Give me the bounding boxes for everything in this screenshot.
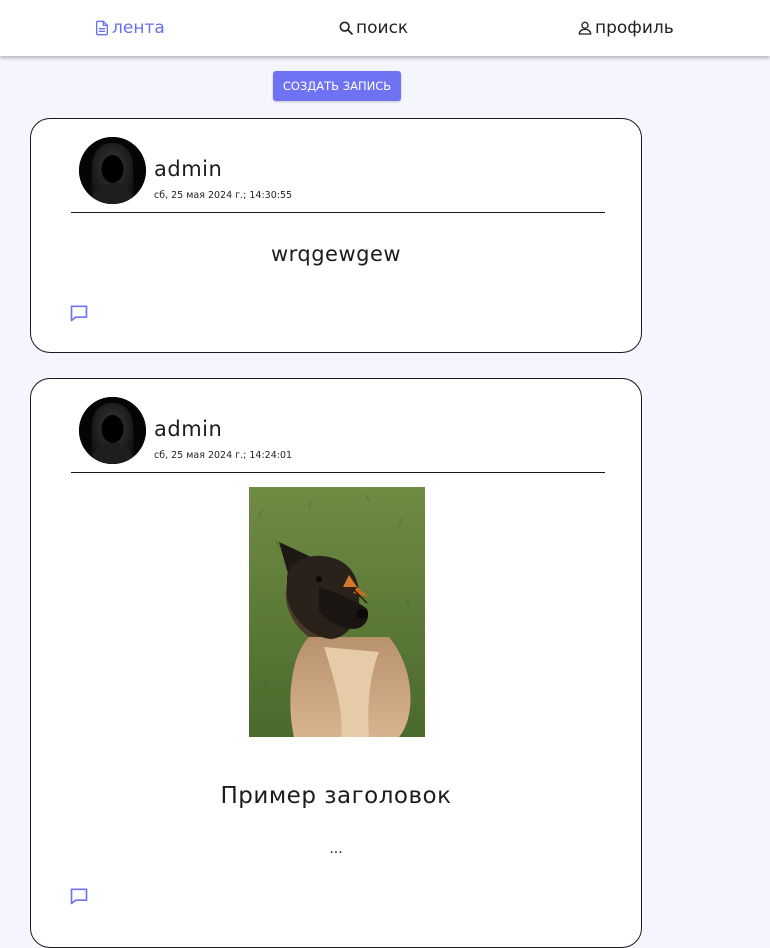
- nav-profile-label: профиль: [595, 18, 674, 38]
- hooded-figure-avatar-image: [79, 137, 146, 204]
- post-date: сб, 25 мая 2024 г.; 14:24:01: [154, 450, 293, 461]
- nav-profile-link[interactable]: профиль: [577, 16, 674, 40]
- comment-icon[interactable]: [69, 886, 89, 906]
- hooded-figure-avatar-image: [79, 397, 146, 464]
- post-date: сб, 25 мая 2024 г.; 14:30:55: [154, 190, 293, 201]
- nav-search-label: поиск: [356, 18, 409, 38]
- post-image[interactable]: [249, 487, 425, 737]
- avatar[interactable]: [79, 137, 146, 204]
- nav-feed-link[interactable]: лента: [94, 16, 165, 40]
- post-author[interactable]: admin: [154, 417, 222, 441]
- nav-feed-label: лента: [112, 18, 165, 38]
- create-post-button[interactable]: СОЗДАТЬ ЗАПИСЬ: [273, 71, 401, 101]
- dog-photo-image: [249, 487, 425, 737]
- post-card: admin сб, 25 мая 2024 г.; 14:24:01 Приме…: [30, 378, 642, 948]
- document-icon: [96, 20, 108, 36]
- post-divider: [71, 212, 605, 213]
- post-divider: [71, 472, 605, 473]
- post-title: Пример заголовок: [220, 783, 452, 809]
- search-icon: [339, 21, 353, 35]
- nav-search-link[interactable]: поиск: [338, 16, 408, 40]
- post-excerpt: ...: [329, 841, 343, 857]
- comment-icon[interactable]: [69, 303, 89, 323]
- top-navbar: лента поиск профиль: [0, 0, 770, 56]
- post-card: admin сб, 25 мая 2024 г.; 14:30:55 wrqge…: [30, 118, 642, 353]
- post-text: wrqgewgew: [270, 242, 402, 266]
- user-icon: [578, 21, 592, 35]
- post-author[interactable]: admin: [154, 157, 222, 181]
- avatar[interactable]: [79, 397, 146, 464]
